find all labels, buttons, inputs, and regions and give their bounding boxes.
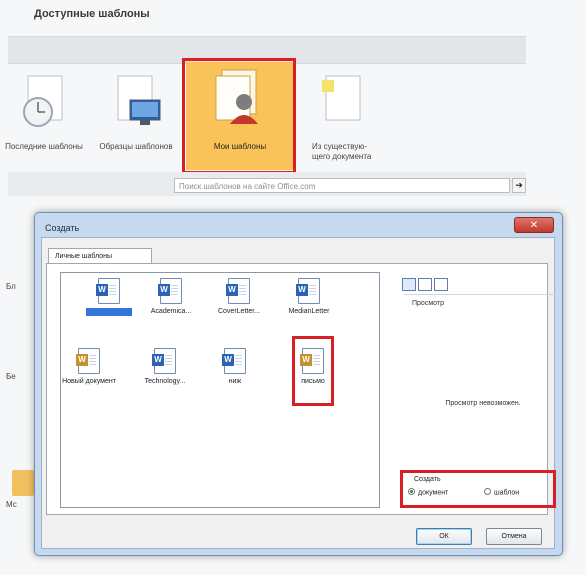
- section-title: Доступные шаблоны: [34, 8, 150, 20]
- sample-templates-icon: [117, 75, 161, 125]
- template-name: ниж: [228, 378, 242, 385]
- folder-icon: [12, 470, 34, 496]
- template-name: MedianLetter: [288, 308, 330, 315]
- highlight-create-options: [400, 470, 556, 508]
- template-name: Technology...: [144, 378, 186, 385]
- preview-label: Просмотр: [412, 300, 444, 307]
- template-name: Новый документ: [62, 378, 116, 385]
- tile-label: Из существую- щего документа: [312, 142, 372, 161]
- tile-recent-templates[interactable]: Последние шаблоны: [4, 68, 84, 176]
- word-document-icon: W: [226, 278, 250, 304]
- template-name: Academica...: [150, 308, 192, 315]
- office-search-input[interactable]: Поиск шаблонов на сайте Office.com: [174, 178, 510, 193]
- office-search-button[interactable]: ➔: [512, 178, 526, 193]
- tile-label: Образцы шаблонов: [99, 142, 173, 151]
- side-label: Бе: [6, 372, 16, 381]
- cancel-button[interactable]: Отмена: [486, 528, 542, 545]
- dialog-title: Создать: [45, 223, 80, 233]
- template-item[interactable]: W CoverLetter...: [202, 278, 276, 316]
- template-name: CoverLetter...: [217, 308, 261, 315]
- template-item[interactable]: W ниж: [198, 348, 272, 386]
- template-name: [86, 308, 132, 316]
- word-document-icon: W: [222, 348, 246, 374]
- template-item[interactable]: W Новый документ: [52, 348, 126, 386]
- existing-document-icon: [322, 75, 361, 121]
- template-item[interactable]: W Technology...: [128, 348, 202, 386]
- word-document-icon: W: [96, 278, 120, 304]
- template-item[interactable]: W MedianLetter: [272, 278, 346, 316]
- highlight-my-templates: [182, 58, 296, 174]
- word-document-icon: W: [296, 278, 320, 304]
- close-button[interactable]: ✕: [514, 217, 554, 233]
- tile-label: Последние шаблоны: [5, 142, 83, 151]
- list-view-button[interactable]: [418, 278, 432, 291]
- recent-templates-icon: [23, 75, 63, 127]
- tile-existing-document[interactable]: Из существую- щего документа: [298, 68, 378, 176]
- word-document-icon: W: [158, 278, 182, 304]
- word-document-icon: W: [152, 348, 176, 374]
- word-template-icon: W: [76, 348, 100, 374]
- ok-button[interactable]: ОК: [416, 528, 472, 545]
- preview-message: Просмотр невозможен.: [445, 400, 521, 407]
- tab-personal-templates[interactable]: Личные шаблоны: [48, 248, 152, 264]
- side-label: Мс: [6, 500, 17, 509]
- preview-divider: [404, 294, 558, 295]
- template-item[interactable]: W Academica...: [134, 278, 208, 316]
- details-view-button[interactable]: [434, 278, 448, 291]
- tile-sample-templates[interactable]: Образцы шаблонов: [96, 68, 176, 176]
- large-icons-view-button[interactable]: [402, 278, 416, 291]
- highlight-letter-template: [292, 336, 334, 406]
- side-label: Бл: [6, 282, 16, 291]
